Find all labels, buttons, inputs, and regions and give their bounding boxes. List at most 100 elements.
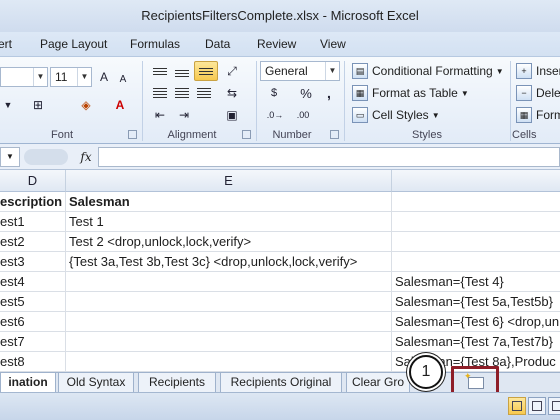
cell[interactable] xyxy=(392,212,560,232)
step-callout: 1 xyxy=(409,355,443,389)
align-bottom-icon[interactable] xyxy=(194,61,218,81)
styles-group-label: Styles xyxy=(412,129,442,141)
chevron-down-icon: ▼ xyxy=(495,66,504,76)
column-header-f[interactable] xyxy=(392,170,560,192)
cell[interactable] xyxy=(66,272,392,292)
cell[interactable]: Test 2 <drop,unlock,lock,verify> xyxy=(66,232,392,252)
chevron-down-icon: ▼ xyxy=(325,62,339,80)
cell[interactable]: est8 xyxy=(0,352,66,372)
insert-cells-button[interactable]: + Inser xyxy=(516,61,560,81)
cell[interactable]: Salesman={Test 7a,Test7b} xyxy=(392,332,560,352)
tab-data[interactable]: Data xyxy=(205,32,230,56)
font-size-combo[interactable]: 11 ▼ xyxy=(50,67,92,87)
cell[interactable]: est3 xyxy=(0,252,66,272)
number-format-combo[interactable]: General ▼ xyxy=(260,61,340,81)
font-name-combo[interactable]: ▼ xyxy=(0,67,48,87)
format-cells-button[interactable]: ▦ Form xyxy=(516,105,560,125)
shrink-font-icon[interactable]: A xyxy=(116,69,130,89)
ribbon-tab-bar: ert Page Layout Formulas Data Review Vie… xyxy=(0,32,560,56)
sheet-tab-old-syntax[interactable]: Old Syntax xyxy=(58,373,134,393)
orientation-icon[interactable]: ⤢ xyxy=(222,61,242,81)
number-dialog-launcher-icon[interactable] xyxy=(330,130,339,139)
window-title: RecipientsFiltersComplete.xlsx - Microso… xyxy=(0,0,560,32)
chevron-down-icon: ▼ xyxy=(431,110,440,120)
cell[interactable] xyxy=(66,312,392,332)
sheet-tab-active[interactable]: ination xyxy=(0,373,56,393)
merge-center-icon[interactable]: ▣ xyxy=(222,105,242,125)
increase-indent-icon[interactable]: ⇥ xyxy=(174,105,194,125)
cell[interactable] xyxy=(66,332,392,352)
column-header-e[interactable]: E xyxy=(66,170,392,192)
align-middle-icon[interactable] xyxy=(172,63,192,83)
align-right-icon[interactable] xyxy=(194,83,214,103)
page-layout-view-icon[interactable] xyxy=(528,397,546,415)
tab-formulas[interactable]: Formulas xyxy=(130,32,180,56)
comma-button[interactable]: , xyxy=(320,83,338,103)
cell[interactable]: {Test 3a,Test 3b,Test 3c} <drop,unlock,l… xyxy=(66,252,392,272)
font-dialog-launcher-icon[interactable] xyxy=(128,130,137,139)
cell[interactable]: est1 xyxy=(0,212,66,232)
font-color-icon[interactable]: A xyxy=(104,95,136,115)
borders-icon[interactable]: ⊞ xyxy=(26,95,50,115)
insert-function-button[interactable]: fx xyxy=(76,147,96,167)
percent-button[interactable]: % xyxy=(296,83,316,103)
increase-decimal-icon[interactable]: .0→ xyxy=(264,105,286,125)
table-row: est3 {Test 3a,Test 3b,Test 3c} <drop,unl… xyxy=(0,252,560,272)
delete-cells-button[interactable]: − Dele xyxy=(516,83,560,103)
cell[interactable]: est7 xyxy=(0,332,66,352)
cell[interactable]: Salesman={Test 5a,Test5b} xyxy=(392,292,560,312)
status-bar xyxy=(0,392,560,420)
group-divider xyxy=(344,61,345,141)
table-icon: ▦ xyxy=(352,85,368,101)
group-divider xyxy=(510,61,511,141)
ribbon: ▼ 11 ▼ A A ▼ ⊞ ◈ A Font ⤢ ⇆ ⇤ ⇥ ▣ Alignme… xyxy=(0,56,560,144)
currency-button[interactable]: $ xyxy=(262,83,286,103)
format-as-table-button[interactable]: ▦ Format as Table ▼ xyxy=(352,83,469,103)
name-box-dropdown-icon[interactable]: ▼ xyxy=(0,147,20,167)
decrease-indent-icon[interactable]: ⇤ xyxy=(150,105,170,125)
page-break-view-icon[interactable] xyxy=(548,397,560,415)
align-center-icon[interactable] xyxy=(172,83,192,103)
formula-input[interactable] xyxy=(98,147,560,167)
cell[interactable] xyxy=(392,252,560,272)
sheet-tab-clear-groups[interactable]: Clear Gro xyxy=(346,373,410,393)
sheet-tab-recipients-original[interactable]: Recipients Original xyxy=(220,373,342,393)
cell[interactable]: Salesman xyxy=(66,192,392,212)
align-left-icon[interactable] xyxy=(150,83,170,103)
cell[interactable] xyxy=(392,232,560,252)
grow-font-icon[interactable]: A xyxy=(96,67,112,87)
conditional-formatting-label: Conditional Formatting xyxy=(372,64,493,78)
cell[interactable]: est4 xyxy=(0,272,66,292)
fill-color-icon[interactable]: ◈ xyxy=(72,95,100,115)
cell[interactable] xyxy=(66,352,392,372)
table-row: est2 Test 2 <drop,unlock,lock,verify> xyxy=(0,232,560,252)
cell[interactable]: Test 1 xyxy=(66,212,392,232)
tab-view[interactable]: View xyxy=(320,32,346,56)
cell[interactable]: est5 xyxy=(0,292,66,312)
tab-review[interactable]: Review xyxy=(257,32,296,56)
cell-styles-button[interactable]: ▭ Cell Styles ▼ xyxy=(352,105,440,125)
alignment-dialog-launcher-icon[interactable] xyxy=(242,130,251,139)
wrap-text-icon[interactable]: ⇆ xyxy=(222,83,242,103)
tab-page-layout[interactable]: Page Layout xyxy=(40,32,107,56)
normal-view-icon[interactable] xyxy=(508,397,526,415)
delete-label: Dele xyxy=(536,86,560,100)
align-top-icon[interactable] xyxy=(150,61,170,81)
underline-icon[interactable]: ▼ xyxy=(2,95,14,115)
column-header-d[interactable]: D xyxy=(0,170,66,192)
cell[interactable]: Salesman={Test 6} <drop,un xyxy=(392,312,560,332)
chevron-down-icon: ▼ xyxy=(33,68,47,86)
cell[interactable]: est6 xyxy=(0,312,66,332)
tab-insert[interactable]: ert xyxy=(0,32,12,56)
sheet-tab-recipients[interactable]: Recipients xyxy=(138,373,216,393)
insert-label: Inser xyxy=(536,64,560,78)
chevron-down-icon: ▼ xyxy=(460,88,469,98)
cell[interactable]: est2 xyxy=(0,232,66,252)
cell[interactable] xyxy=(66,292,392,312)
conditional-formatting-button[interactable]: ▤ Conditional Formatting ▼ xyxy=(352,61,504,81)
group-divider xyxy=(142,61,143,141)
cell[interactable] xyxy=(392,192,560,212)
cell[interactable]: Salesman={Test 4} xyxy=(392,272,560,292)
cell[interactable]: escription xyxy=(0,192,66,212)
decrease-decimal-icon[interactable]: .00 xyxy=(292,105,314,125)
